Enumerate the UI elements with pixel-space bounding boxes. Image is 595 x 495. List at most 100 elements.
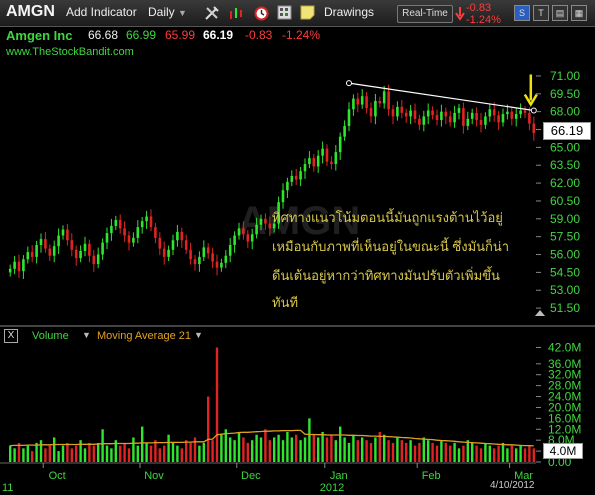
volume-bar — [440, 440, 443, 462]
candle — [343, 120, 346, 141]
realtime-button[interactable]: Real-Time — [397, 5, 453, 23]
price-tick-label: 63.50 — [550, 158, 580, 172]
candle — [321, 141, 324, 164]
candle-body — [132, 237, 135, 243]
candle-body — [233, 235, 236, 245]
candle — [418, 114, 421, 131]
note-icon[interactable] — [299, 4, 316, 21]
volume-bar — [66, 442, 69, 462]
volume-bar — [9, 445, 12, 462]
interval-select[interactable]: Daily ▼ — [148, 5, 187, 19]
candle-body — [228, 245, 232, 256]
candle-body — [17, 261, 21, 272]
candle — [176, 224, 179, 247]
candle — [382, 85, 386, 109]
candle-body — [211, 253, 214, 262]
candle-body — [378, 100, 382, 104]
volume-bar — [44, 448, 47, 462]
candle — [158, 232, 162, 256]
panel-divider[interactable] — [0, 325, 595, 327]
quote-change-pct: -1.24% — [282, 28, 321, 42]
candle — [88, 239, 91, 263]
candle-body — [488, 109, 492, 117]
candle-body — [255, 224, 258, 235]
annotation-line-2: เหมือนกับภาพที่เห็นอยู่ในขณะนี้ ซึ่งมันก… — [272, 239, 510, 254]
candle — [378, 96, 382, 108]
candle-body — [220, 262, 223, 268]
candle — [444, 107, 448, 125]
candle — [220, 258, 223, 272]
calculator-icon[interactable] — [276, 4, 293, 21]
tools-icon[interactable] — [203, 4, 221, 22]
candle — [202, 240, 206, 262]
candle-body — [312, 158, 316, 167]
year-label: 11 — [2, 482, 13, 494]
candle — [528, 107, 531, 131]
candle — [26, 246, 30, 264]
chart-settings-button[interactable]: ▤ — [552, 5, 568, 21]
candle-body — [396, 106, 399, 117]
volume-bar — [39, 440, 43, 462]
candle-body — [105, 233, 109, 243]
volume-bar — [339, 426, 342, 462]
volume-bar — [383, 434, 386, 462]
candle-body — [400, 106, 404, 113]
volume-bar — [431, 442, 434, 462]
candle-body — [308, 158, 311, 165]
volume-bar — [70, 448, 73, 462]
candle-body — [347, 109, 351, 126]
volume-bar — [105, 445, 109, 462]
volume-bar — [101, 429, 104, 462]
candle — [132, 232, 135, 247]
volume-bar — [145, 442, 148, 462]
candle — [66, 223, 69, 246]
layout-button[interactable]: ▦ — [571, 5, 587, 21]
text-tool-button[interactable]: T — [533, 5, 549, 21]
alarm-clock-icon[interactable] — [253, 4, 270, 21]
candle-body — [290, 175, 294, 182]
volume-bar — [233, 440, 236, 462]
candle-body — [426, 110, 430, 117]
candle-body — [250, 234, 254, 242]
candle-body — [404, 112, 408, 117]
volume-bar — [457, 448, 461, 462]
candle-body — [136, 227, 140, 238]
volume-bar — [123, 442, 126, 462]
candle — [338, 132, 342, 160]
volume-bar — [136, 445, 139, 462]
add-indicator-button[interactable]: Add Indicator — [66, 5, 137, 19]
candle-body — [356, 98, 360, 105]
quote-open: 66.68 — [88, 28, 119, 42]
candle-body — [497, 115, 500, 123]
candle — [290, 170, 294, 187]
candle — [497, 111, 500, 131]
candle-body — [523, 110, 527, 113]
candle — [123, 221, 126, 243]
candle-body — [171, 240, 175, 250]
candle — [453, 105, 456, 128]
candle — [215, 254, 219, 276]
price-tick-label: 69.50 — [550, 87, 580, 101]
volume-bar — [519, 445, 522, 462]
volume-bar — [176, 445, 179, 462]
candle — [228, 237, 232, 263]
candle — [308, 151, 311, 169]
candle-body — [215, 261, 219, 268]
volume-bar — [493, 448, 496, 462]
toolbar: AMGN Add Indicator Daily ▼ Drawings Real… — [0, 0, 595, 27]
candle — [224, 250, 228, 269]
candle-body — [35, 245, 38, 257]
candle-body — [409, 110, 412, 117]
share-button[interactable]: S — [514, 5, 530, 21]
volume-bar — [264, 429, 267, 462]
candle-body — [184, 240, 188, 250]
candle-body — [224, 255, 228, 263]
chart-style-icon[interactable] — [228, 5, 244, 21]
symbol-input[interactable]: AMGN — [6, 3, 55, 21]
drawings-button[interactable]: Drawings — [324, 5, 374, 19]
volume-bar — [347, 442, 351, 462]
volume-chart[interactable]: 0.004.0M8.0M12.0M16.0M20.0M24.0M28.0M32.… — [0, 328, 595, 495]
candle — [312, 153, 316, 172]
volume-bar — [510, 445, 513, 462]
volume-bar — [387, 440, 390, 462]
